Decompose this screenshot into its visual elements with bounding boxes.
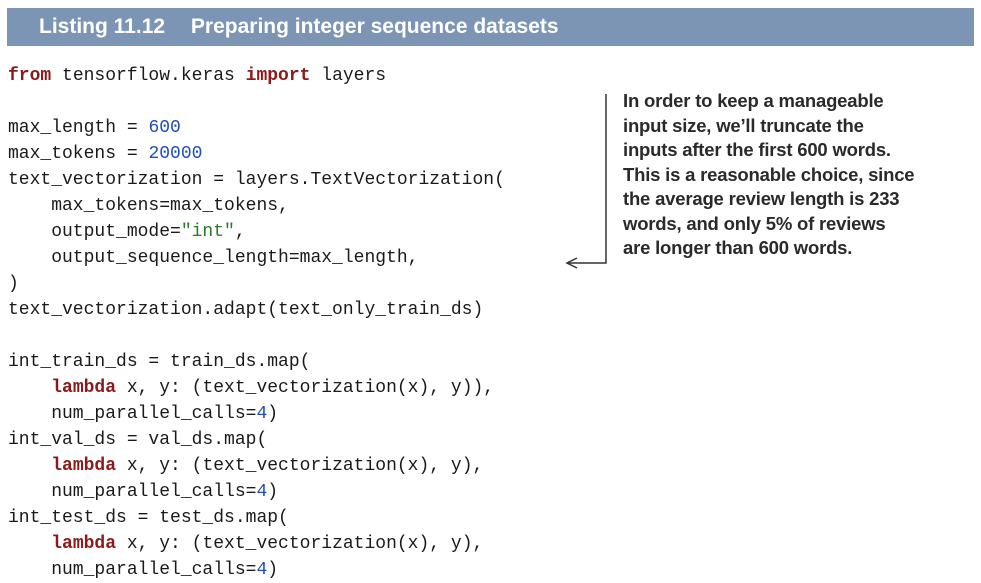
annotation-line: inputs after the first 600 words.: [623, 139, 891, 160]
annotation-line: words, and only 5% of reviews: [623, 212, 886, 234]
annotation-line: In order to keep a manageable: [623, 90, 884, 111]
annotation-callout-arrow: [565, 94, 607, 269]
code-annotation: In order to keep a manageable input size…: [623, 89, 953, 261]
annotation-line: input size, we’ll truncate the: [623, 114, 864, 136]
annotation-line: the average review length is 233: [623, 188, 900, 209]
annotation-line: are longer than 600 words.: [623, 237, 853, 258]
annotation-line: This is a reasonable choice, since: [623, 163, 915, 185]
